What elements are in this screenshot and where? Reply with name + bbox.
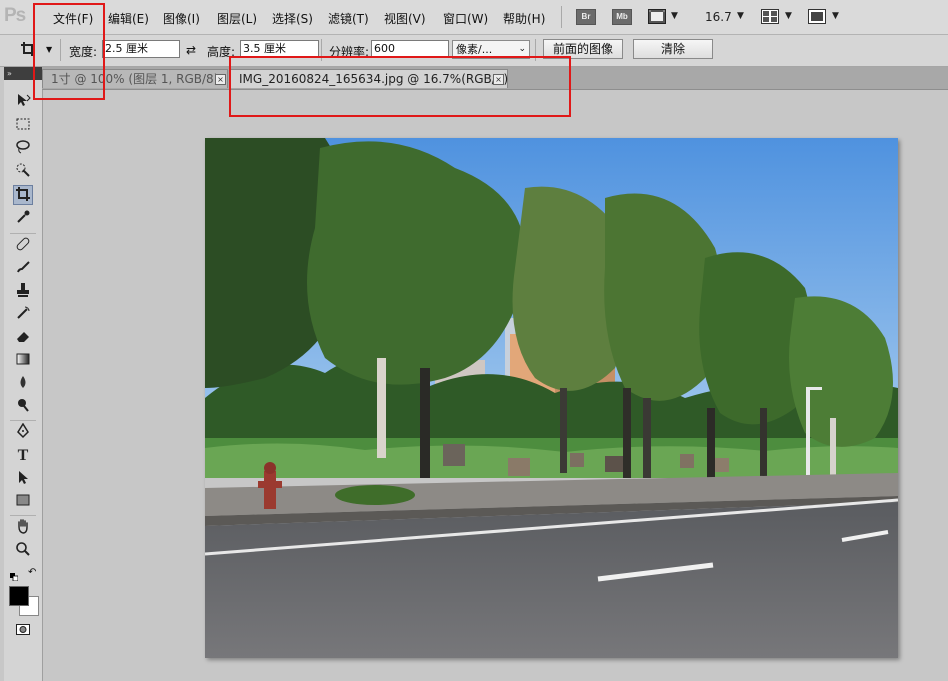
bridge-button[interactable]: Br — [576, 9, 596, 25]
clear-button[interactable]: 清除 — [633, 39, 713, 59]
menu-view[interactable]: 视图(V) — [384, 10, 426, 27]
default-colors-icon[interactable] — [10, 570, 19, 584]
marquee-tool-icon[interactable] — [13, 116, 33, 136]
tools-separator — [10, 515, 36, 516]
eyedropper-tool-icon[interactable] — [13, 209, 33, 229]
chevron-down-icon[interactable]: ▼ — [671, 11, 678, 21]
swap-arrows-icon[interactable]: ⇄ — [186, 43, 196, 57]
film-strip-icon[interactable] — [648, 9, 666, 27]
collapse-panel-icon[interactable]: » — [7, 69, 12, 78]
gradient-tool-icon[interactable] — [13, 351, 33, 371]
screen-mode-icon[interactable] — [808, 9, 826, 27]
hand-tool-icon[interactable] — [13, 518, 33, 538]
path-selection-tool-icon[interactable] — [13, 469, 33, 489]
tools-separator — [10, 420, 36, 421]
tools-panel: T ↶ — [4, 80, 43, 681]
dodge-tool-icon[interactable] — [13, 397, 33, 417]
quick-selection-tool-icon[interactable] — [13, 162, 33, 182]
lasso-tool-icon[interactable] — [13, 139, 33, 159]
arrange-documents-icon[interactable] — [761, 9, 779, 27]
blur-tool-icon[interactable] — [13, 374, 33, 394]
chevron-down-icon[interactable]: ▼ — [832, 11, 839, 21]
zoom-tool-icon[interactable] — [13, 541, 33, 561]
document-canvas-photo[interactable] — [205, 138, 898, 658]
chevron-down-icon[interactable]: ▼ — [785, 11, 792, 21]
menu-bar: Ps 文件(F) 编辑(E) 图像(I) 图层(L) 选择(S) 滤镜(T) 视… — [0, 0, 948, 35]
healing-brush-tool-icon[interactable] — [13, 236, 33, 256]
highlight-box-file-menu — [33, 3, 105, 100]
street-photo — [205, 138, 898, 658]
crop-tool-icon[interactable] — [13, 185, 33, 205]
zoom-level[interactable]: 16.7 — [705, 10, 732, 24]
menu-layer[interactable]: 图层(L) — [217, 10, 257, 27]
brush-tool-icon[interactable] — [13, 259, 33, 279]
type-tool-icon[interactable]: T — [13, 446, 33, 466]
rectangle-tool-icon[interactable] — [13, 492, 33, 512]
resolution-unit-value: 像素/... — [456, 43, 493, 56]
menu-select[interactable]: 选择(S) — [272, 10, 313, 27]
quick-mask-icon[interactable] — [13, 621, 33, 641]
mini-bridge-button[interactable]: Mb — [612, 9, 632, 25]
foreground-color-swatch[interactable] — [9, 586, 29, 606]
highlight-box-active-tab — [229, 56, 571, 117]
width-input[interactable]: 2.5 厘米 — [102, 40, 180, 58]
menu-window[interactable]: 窗口(W) — [443, 10, 488, 27]
photoshop-logo: Ps — [4, 5, 26, 26]
menu-help[interactable]: 帮助(H) — [503, 10, 545, 27]
menu-separator — [561, 6, 562, 28]
menu-image[interactable]: 图像(I) — [163, 10, 200, 27]
eraser-tool-icon[interactable] — [13, 328, 33, 348]
menu-filter[interactable]: 滤镜(T) — [328, 10, 369, 27]
menu-edit[interactable]: 编辑(E) — [108, 10, 149, 27]
tools-separator — [10, 233, 36, 234]
pen-tool-icon[interactable] — [13, 422, 33, 443]
chevron-down-icon[interactable]: ▼ — [737, 11, 744, 21]
clone-stamp-tool-icon[interactable] — [13, 282, 33, 302]
swap-colors-icon[interactable]: ↶ — [28, 567, 36, 578]
history-brush-tool-icon[interactable] — [13, 305, 33, 325]
close-icon[interactable]: × — [215, 74, 226, 85]
move-tool-icon[interactable] — [13, 92, 33, 112]
